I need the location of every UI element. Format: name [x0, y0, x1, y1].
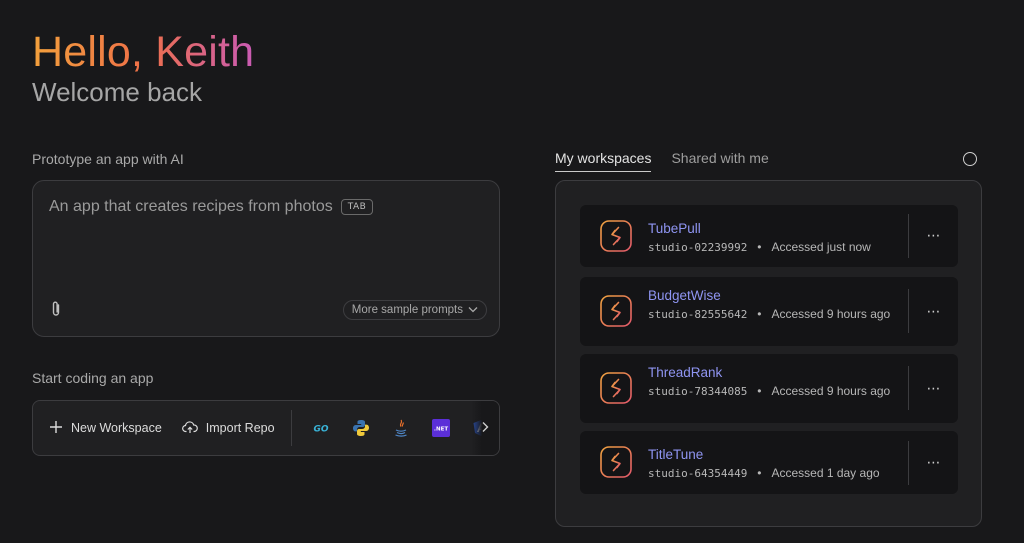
greeting-title: Hello, Keith: [32, 28, 255, 76]
workspace-meta: studio-82555642 • Accessed 9 hours ago: [648, 307, 891, 321]
workspace-accessed: Accessed 1 day ago: [771, 466, 880, 480]
workspace-id: studio-02239992: [648, 241, 748, 254]
new-workspace-button[interactable]: New Workspace: [33, 420, 162, 437]
workspace-name[interactable]: TubePull: [648, 221, 701, 236]
workspace-card[interactable]: BudgetWise studio-82555642 • Accessed 9 …: [580, 277, 958, 346]
divider: [908, 441, 909, 485]
status-circle-icon[interactable]: [963, 152, 977, 166]
workspace-card[interactable]: TitleTune studio-64354449 • Accessed 1 d…: [580, 431, 958, 494]
paperclip-icon[interactable]: [49, 300, 63, 318]
workspace-name[interactable]: ThreadRank: [648, 365, 722, 380]
start-coding-bar: New Workspace Import Repo GO .NET: [32, 400, 500, 456]
import-repo-button[interactable]: Import Repo: [162, 420, 275, 437]
workspace-accessed: Accessed 9 hours ago: [771, 384, 891, 398]
go-text: GO: [313, 425, 328, 435]
workspace-id: studio-64354449: [648, 467, 748, 480]
workspace-card[interactable]: ThreadRank studio-78344085 • Accessed 9 …: [580, 354, 958, 423]
workspace-meta: studio-78344085 • Accessed 9 hours ago: [648, 384, 891, 398]
studio-logo-icon: [600, 295, 632, 327]
python-icon[interactable]: [350, 417, 372, 439]
tab-hint-badge: TAB: [340, 199, 374, 215]
workspace-meta: studio-02239992 • Accessed just now: [648, 240, 871, 254]
divider: [908, 289, 909, 333]
chevron-right-icon: [481, 420, 489, 438]
dotnet-icon[interactable]: .NET: [430, 417, 452, 439]
chevron-down-icon: [468, 304, 478, 316]
workspace-name[interactable]: TitleTune: [648, 447, 703, 462]
more-sample-prompts-button[interactable]: More sample prompts: [342, 300, 487, 320]
go-icon[interactable]: GO: [310, 417, 332, 439]
more-options-button[interactable]: ⋯: [922, 227, 946, 243]
tab-my-workspaces[interactable]: My workspaces: [555, 150, 652, 172]
prompt-text: An app that creates recipes from photos: [49, 198, 333, 215]
workspace-name[interactable]: BudgetWise: [648, 288, 721, 303]
workspace-card[interactable]: TubePull studio-02239992 • Accessed just…: [580, 205, 958, 267]
prompt-placeholder[interactable]: An app that creates recipes from photos …: [49, 198, 374, 216]
divider: [290, 410, 292, 446]
firebase-studio-home: Hello, Keith Welcome back Prototype an a…: [0, 0, 1024, 543]
prototype-label: Prototype an app with AI: [32, 151, 184, 167]
more-options-button[interactable]: ⋯: [922, 380, 946, 396]
plus-icon: [49, 420, 63, 437]
scroll-right-button[interactable]: [471, 401, 499, 455]
divider: [908, 214, 909, 258]
cloud-upload-icon: [181, 420, 198, 437]
more-options-button[interactable]: ⋯: [922, 303, 946, 319]
workspace-list-panel: TubePull studio-02239992 • Accessed just…: [555, 180, 982, 527]
workspace-id: studio-82555642: [648, 308, 748, 321]
workspace-tabs: My workspaces Shared with me: [555, 150, 769, 172]
coding-label: Start coding an app: [32, 370, 154, 386]
workspace-id: studio-78344085: [648, 385, 748, 398]
tab-shared-with-me[interactable]: Shared with me: [671, 150, 768, 172]
dotnet-text: .NET: [433, 427, 447, 433]
divider: [908, 366, 909, 410]
studio-logo-icon: [600, 446, 632, 478]
sample-prompts-label: More sample prompts: [351, 304, 463, 316]
workspace-accessed: Accessed just now: [771, 240, 871, 254]
new-workspace-label: New Workspace: [71, 421, 162, 435]
workspace-accessed: Accessed 9 hours ago: [771, 307, 891, 321]
welcome-subtitle: Welcome back: [32, 77, 203, 107]
import-repo-label: Import Repo: [205, 421, 275, 435]
prompt-input-box[interactable]: An app that creates recipes from photos …: [32, 180, 500, 337]
more-options-button[interactable]: ⋯: [922, 454, 946, 470]
java-icon[interactable]: [390, 417, 412, 439]
workspace-meta: studio-64354449 • Accessed 1 day ago: [648, 466, 880, 480]
studio-logo-icon: [600, 372, 632, 404]
studio-logo-icon: [600, 220, 632, 252]
